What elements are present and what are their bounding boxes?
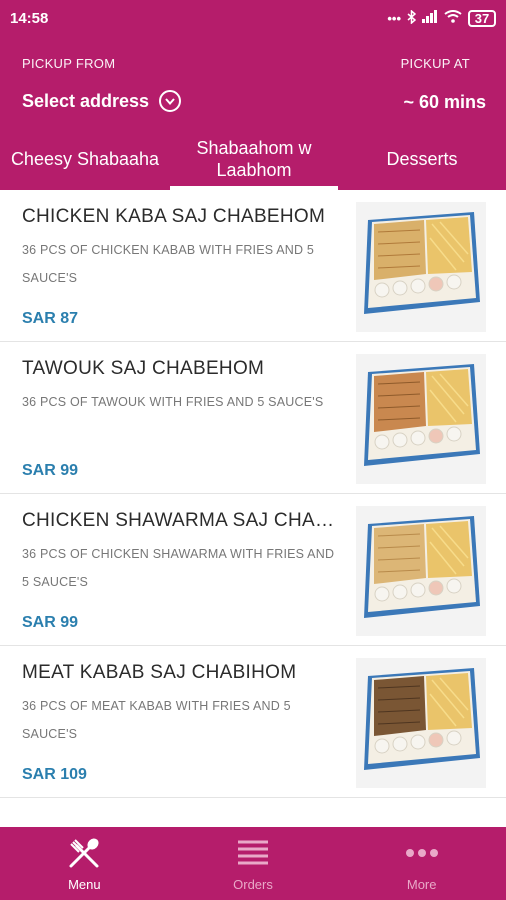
notification-dots-icon: ••• [387, 10, 401, 26]
pickup-eta: ~ 60 mins [403, 92, 486, 112]
fork-spoon-icon [66, 835, 102, 871]
item-image [356, 658, 486, 788]
item-price: SAR 87 [22, 310, 79, 327]
tab-label: Cheesy Shabaaha [10, 149, 160, 169]
item-price: SAR 99 [22, 462, 79, 479]
menu-item[interactable]: MEAT KABAB SAJ CHABIHOM 36 PCS OF MEAT K… [0, 646, 506, 798]
item-image [356, 354, 486, 484]
menu-item[interactable]: TAWOUK SAJ CHABEHOM 36 PCS OF TAWOUK WIT… [0, 342, 506, 494]
more-dots-icon [404, 835, 440, 871]
nav-menu[interactable]: Menu [0, 827, 169, 900]
item-name: TAWOUK SAJ CHABEHOM [22, 358, 265, 379]
list-icon [235, 835, 271, 871]
item-name: CHICKEN SHAWARMA SAJ CHAB... [22, 510, 340, 531]
menu-item[interactable]: CHICKEN SHAWARMA SAJ CHAB... 36 PCS OF C… [0, 494, 506, 646]
app-header: 14:58 ••• 37 PICKUP FROM PICKUP AT Selec… [0, 0, 506, 190]
tab-label: Desserts [386, 149, 458, 169]
select-address-button[interactable]: Select address [22, 90, 182, 112]
battery-icon: 37 [468, 9, 496, 27]
nav-label: Menu [68, 877, 101, 892]
item-image [356, 202, 486, 332]
category-tabs: Cheesy Shabaaha Shabaahom w Laabhom Dess… [0, 128, 506, 190]
wifi-icon [444, 10, 462, 26]
item-name: MEAT KABAB SAJ CHABIHOM [22, 662, 297, 683]
tab-label: Shabaahom w Laabhom [196, 138, 312, 180]
status-icons: ••• 37 [387, 8, 496, 27]
item-description: 36 PCS OF CHICKEN KABAB WITH FRIES AND 5… [22, 243, 315, 285]
bluetooth-icon [407, 8, 417, 27]
item-description: 36 PCS OF CHICKEN SHAWARMA WITH FRIES AN… [22, 547, 335, 589]
item-description: 36 PCS OF TAWOUK WITH FRIES AND 5 SAUCE'… [22, 395, 324, 409]
item-description: 36 PCS OF MEAT KABAB WITH FRIES AND 5 SA… [22, 699, 291, 741]
item-image [356, 506, 486, 636]
tab-cheesy-shabaaha[interactable]: Cheesy Shabaaha [0, 128, 170, 190]
signal-icon [422, 10, 438, 26]
nav-more[interactable]: More [337, 827, 506, 900]
chevron-down-icon [159, 90, 182, 112]
address-text: Select address [22, 90, 150, 111]
pickup-from-label: PICKUP FROM [22, 56, 116, 71]
item-price: SAR 99 [22, 614, 79, 631]
item-name: CHICKEN KABA SAJ CHABEHOM [22, 206, 326, 227]
tab-desserts[interactable]: Desserts [338, 128, 506, 190]
nav-label: More [406, 877, 437, 892]
nav-label: Orders [233, 877, 273, 892]
bottom-navigation: Menu Orders More [0, 827, 506, 900]
menu-item-list: CHICKEN KABA SAJ CHABEHOM 36 PCS OF CHIC… [0, 190, 506, 798]
item-price: SAR 109 [22, 766, 87, 783]
status-time: 14:58 [10, 9, 49, 27]
nav-orders[interactable]: Orders [169, 827, 338, 900]
tab-shabaahom-w-laabhom[interactable]: Shabaahom w Laabhom [170, 128, 338, 190]
status-bar: 14:58 ••• 37 [0, 0, 506, 36]
menu-item[interactable]: CHICKEN KABA SAJ CHABEHOM 36 PCS OF CHIC… [0, 190, 506, 342]
pickup-at-label: PICKUP AT [400, 56, 470, 71]
